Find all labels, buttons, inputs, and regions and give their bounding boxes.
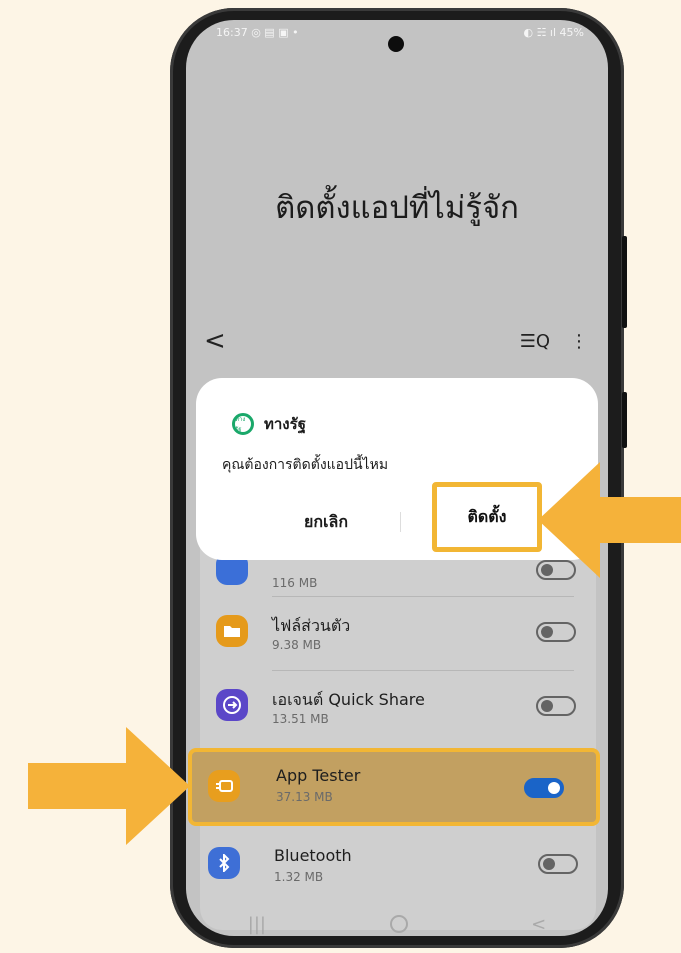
app-name: App Tester <box>276 766 361 785</box>
arrow-to-install-button <box>538 462 681 578</box>
battery-level: 45% <box>559 26 584 39</box>
app-size: 1.32 MB <box>274 870 324 884</box>
back-icon[interactable]: < <box>204 328 226 354</box>
thangrat-logo-icon: ทางรัฐ <box>232 413 254 435</box>
list-item[interactable]: Bluetooth 1.32 MB <box>186 830 606 900</box>
bluetooth-icon <box>208 847 240 879</box>
list-item[interactable]: เอเจนต์ Quick Share 13.51 MB <box>200 672 596 742</box>
install-button-label: ติดตั้ง <box>467 506 507 526</box>
app-size: 116 MB <box>272 576 318 590</box>
install-permission-toggle[interactable] <box>538 854 578 874</box>
recents-icon[interactable]: ||| <box>248 914 266 935</box>
install-permission-toggle[interactable] <box>524 778 564 798</box>
status-bar: 16:37 ◎ ▤ ▣ • ◐ ☵ ıl 45% <box>216 26 584 40</box>
install-permission-toggle[interactable] <box>536 696 576 716</box>
list-item[interactable]: App Tester 37.13 MB <box>194 752 590 822</box>
divider <box>272 596 574 597</box>
install-button[interactable]: ติดตั้ง <box>432 482 542 552</box>
app-tester-icon <box>208 770 240 802</box>
quick-share-icon <box>216 689 248 721</box>
app-tester-row-highlight[interactable]: App Tester 37.13 MB <box>188 748 600 826</box>
power-button <box>622 392 627 448</box>
dialog-app-name: ทางรัฐ <box>264 415 306 433</box>
home-icon[interactable] <box>389 915 408 933</box>
search-list-icon[interactable]: ☰Q <box>520 331 550 352</box>
app-size: 13.51 MB <box>272 712 329 726</box>
navigation-bar: ||| < <box>186 904 608 944</box>
dialog-app-header: ทางรัฐ ทางรัฐ <box>232 412 306 436</box>
app-name: Bluetooth <box>274 846 352 865</box>
page-title: ติดตั้งแอปที่ไม่รู้จัก <box>275 190 519 226</box>
divider <box>272 670 574 671</box>
nav-back-icon[interactable]: < <box>531 914 546 935</box>
app-size: 37.13 MB <box>276 790 333 804</box>
cancel-button[interactable]: ยกเลิก <box>246 510 406 535</box>
app-size: 9.38 MB <box>272 638 322 652</box>
app-name: ไฟล์ส่วนตัว <box>272 616 351 635</box>
app-bar: < ☰Q ⋮ <box>204 326 588 356</box>
folder-icon <box>216 615 248 647</box>
status-left-icons: ◎ ▤ ▣ • <box>251 26 299 39</box>
status-right-icons: ◐ ☵ ıl <box>523 26 557 39</box>
list-item[interactable]: ไฟล์ส่วนตัว 9.38 MB <box>200 598 596 668</box>
dialog-question: คุณต้องการติดตั้งแอปนี้ไหม <box>222 457 389 473</box>
app-name: เอเจนต์ Quick Share <box>272 690 425 709</box>
volume-button <box>622 236 627 328</box>
more-options-icon[interactable]: ⋮ <box>570 331 588 352</box>
status-time: 16:37 <box>216 26 248 39</box>
arrow-to-app-tester-row <box>28 727 190 845</box>
button-separator <box>400 512 401 532</box>
install-permission-toggle[interactable] <box>536 622 576 642</box>
